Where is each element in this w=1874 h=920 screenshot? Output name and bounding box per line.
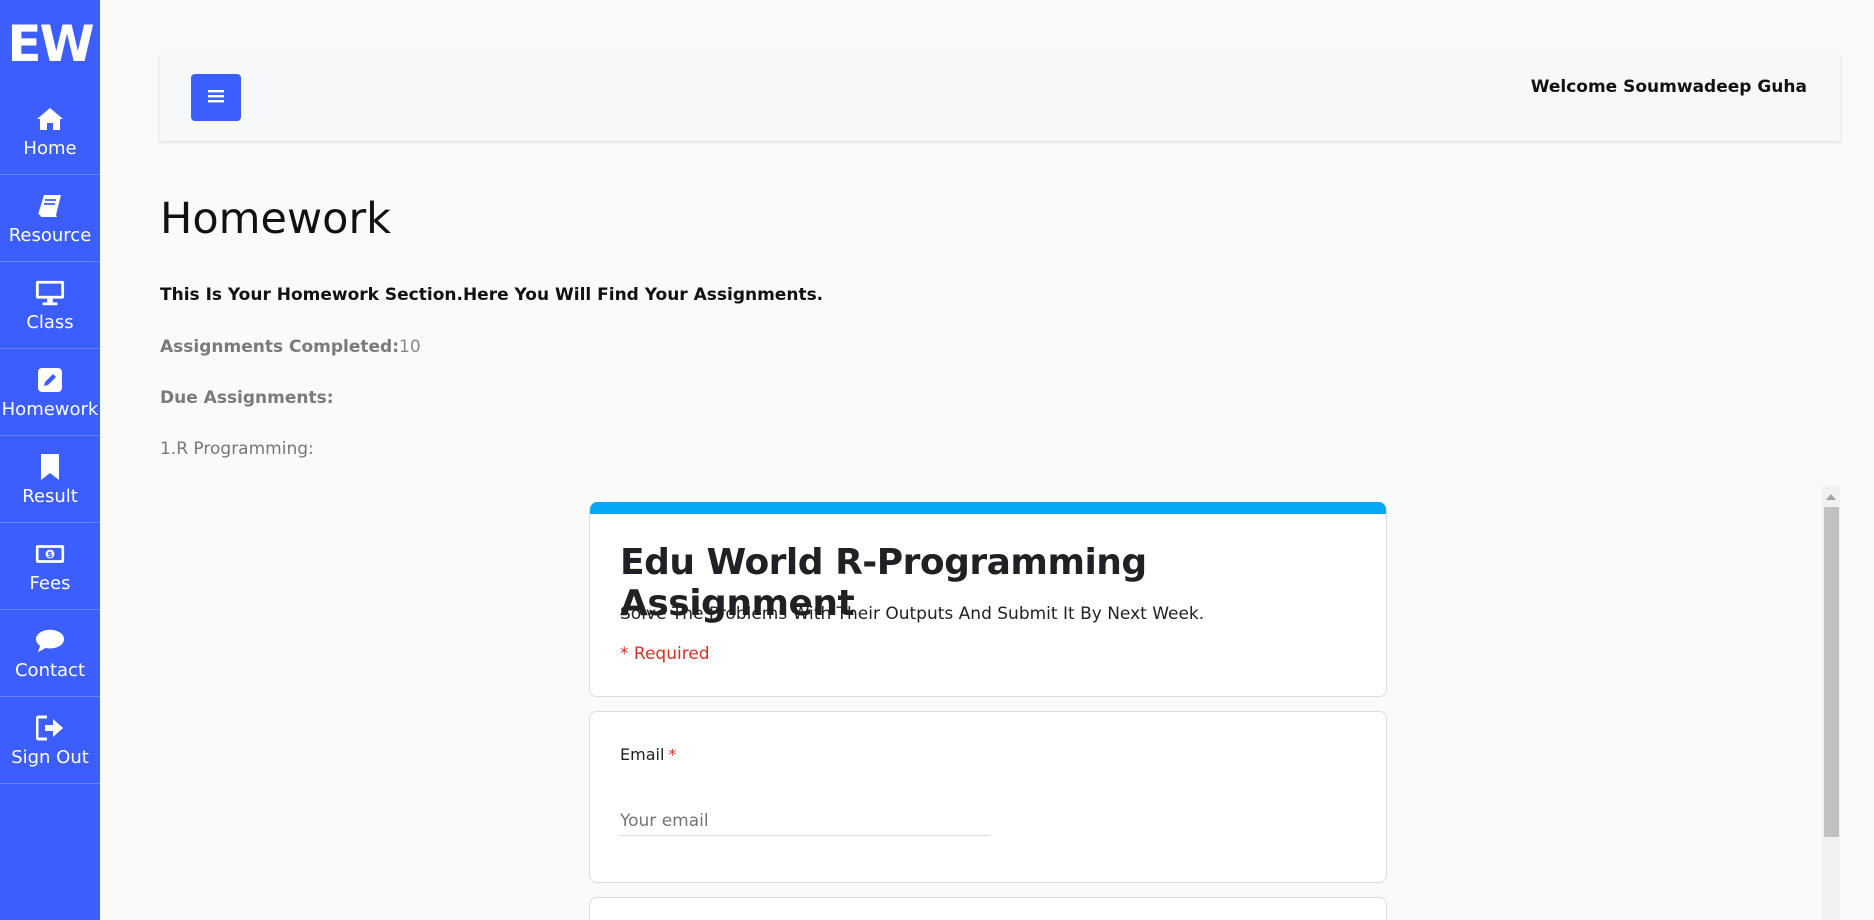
- sidebar-item-sign-out[interactable]: Sign Out: [0, 697, 100, 784]
- sidebar-item-label: Home: [23, 137, 77, 159]
- email-label-text: Email: [620, 745, 665, 764]
- book-icon: [35, 191, 65, 221]
- sidebar-item-label: Resource: [8, 224, 92, 246]
- sidebar-item-homework[interactable]: Homework: [0, 349, 100, 436]
- due-assignments-label: Due Assignments:: [160, 388, 334, 408]
- sidebar-item-label: Contact: [14, 659, 86, 681]
- sidebar-item-result[interactable]: Result: [0, 436, 100, 523]
- email-label: Email *: [620, 745, 676, 764]
- email-question-card: Email *: [589, 711, 1387, 883]
- page-title: Homework: [160, 194, 392, 244]
- form-header-card: Edu World R-Programming Assignment Solve…: [589, 502, 1387, 697]
- sidebar: EW Home Resource Class Homework Result $: [0, 0, 100, 920]
- sidebar-item-label: Class: [26, 311, 74, 333]
- sidebar-item-class[interactable]: Class: [0, 262, 100, 349]
- due-assignment-item: 1.R Programming:: [160, 439, 314, 459]
- sidebar-item-label: Sign Out: [11, 746, 89, 768]
- menu-toggle-button[interactable]: [191, 74, 241, 121]
- home-icon: [35, 104, 65, 134]
- sidebar-item-contact[interactable]: Contact: [0, 610, 100, 697]
- monitor-icon: [35, 278, 65, 308]
- welcome-message: Welcome Soumwadeep Guha: [1530, 77, 1807, 97]
- logo[interactable]: EW: [0, 0, 100, 88]
- homework-intro: This Is Your Homework Section.Here You W…: [160, 285, 824, 305]
- sign-out-icon: [35, 713, 65, 743]
- form-description: Solve The Problems With Their Outputs An…: [620, 604, 1205, 624]
- chat-icon: [35, 626, 65, 656]
- scrollbar-thumb[interactable]: [1824, 507, 1839, 837]
- required-star: *: [668, 745, 677, 764]
- sidebar-item-resource[interactable]: Resource: [0, 175, 100, 262]
- assignments-completed: Assignments Completed:10: [160, 337, 421, 357]
- email-field[interactable]: [620, 807, 990, 836]
- form-accent-bar: [590, 502, 1386, 514]
- edit-icon: [35, 365, 65, 395]
- embedded-form: Edu World R-Programming Assignment Solve…: [160, 486, 1840, 920]
- top-bar: Welcome Soumwadeep Guha: [160, 53, 1840, 141]
- assignments-completed-label: Assignments Completed:: [160, 337, 400, 357]
- sidebar-item-label: Homework: [1, 398, 99, 420]
- svg-text:$: $: [47, 550, 53, 559]
- menu-icon: [207, 88, 225, 107]
- assignments-completed-count: 10: [399, 337, 421, 357]
- sidebar-item-home[interactable]: Home: [0, 88, 100, 175]
- form-scrollbar[interactable]: [1822, 486, 1840, 920]
- sidebar-item-fees[interactable]: $ Fees: [0, 523, 100, 610]
- bookmark-icon: [35, 452, 65, 482]
- required-note: * Required: [620, 644, 710, 664]
- scroll-up-arrow-icon[interactable]: [1826, 494, 1836, 500]
- next-question-card: [589, 897, 1387, 920]
- money-icon: $: [35, 539, 65, 569]
- sidebar-item-label: Fees: [29, 572, 71, 594]
- sidebar-item-label: Result: [22, 485, 78, 507]
